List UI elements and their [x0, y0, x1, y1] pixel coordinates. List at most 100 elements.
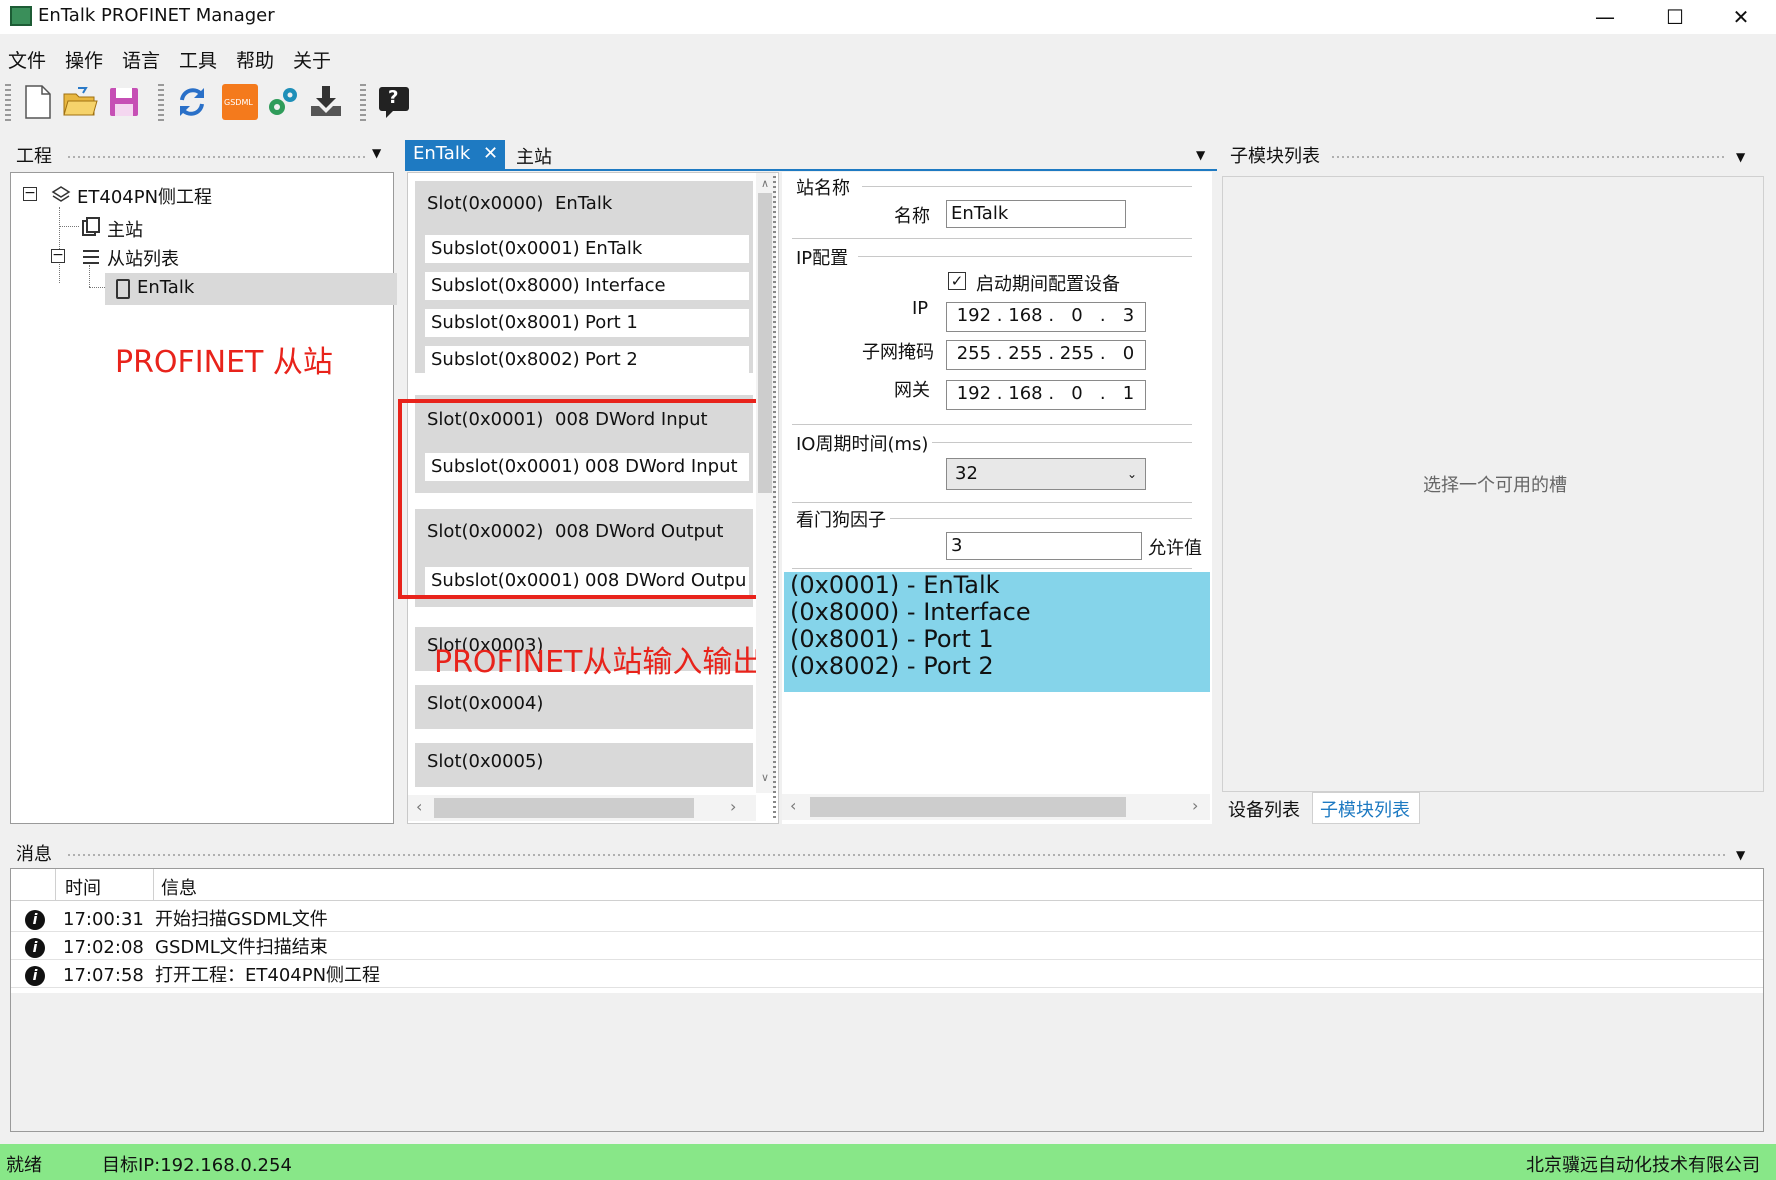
- tab-submodule-list[interactable]: 子模块列表: [1320, 796, 1410, 822]
- menu-operate[interactable]: 操作: [65, 46, 103, 73]
- module-row[interactable]: (0x8002) - Port 2: [784, 653, 1210, 680]
- collapse-toggle-root[interactable]: −: [23, 186, 37, 201]
- subnet-mask-label: 子网掩码: [862, 342, 934, 363]
- group-divider: [890, 518, 1192, 519]
- tab-device-list[interactable]: 设备列表: [1228, 796, 1300, 822]
- io-cycle-select[interactable]: 32 ⌄: [946, 458, 1146, 490]
- slot-5[interactable]: Slot(0x0005): [415, 743, 753, 787]
- message-row[interactable]: i 17:00:31 开始扫描GSDML文件: [11, 907, 1763, 932]
- pane-grip: [1332, 156, 1724, 158]
- module-row[interactable]: (0x8001) - Port 1: [784, 626, 1210, 653]
- document-icon: [81, 217, 100, 237]
- messages-empty-area: [11, 993, 1763, 1131]
- group-divider: [792, 502, 1192, 503]
- io-cycle-value: 32: [955, 463, 978, 484]
- scroll-right-icon[interactable]: ›: [1192, 796, 1198, 815]
- station-name-input[interactable]: EnTalk: [946, 200, 1126, 228]
- config-horizontal-scrollbar[interactable]: ‹ ›: [782, 794, 1210, 820]
- refresh-icon[interactable]: [174, 84, 210, 120]
- close-window-button[interactable]: ✕: [1706, 0, 1776, 34]
- chevron-down-icon: ⌄: [1127, 467, 1138, 481]
- settings-gears-icon[interactable]: [264, 84, 300, 120]
- message-row[interactable]: i 17:02:08 GSDML文件扫描结束: [11, 935, 1763, 960]
- scrollbar-thumb[interactable]: [758, 193, 772, 493]
- messages-pane-title: 消息: [16, 844, 52, 865]
- watchdog-input[interactable]: 3: [946, 532, 1142, 560]
- maximize-button[interactable]: ☐: [1640, 0, 1710, 34]
- module-row[interactable]: (0x8000) - Interface: [784, 599, 1210, 626]
- toolbar-grip-2[interactable]: [158, 84, 164, 124]
- menu-help[interactable]: 帮助: [236, 46, 274, 73]
- chevron-down-icon[interactable]: ▼: [372, 146, 381, 160]
- subnet-mask-input[interactable]: 255 . 255 . 255 . 0: [946, 340, 1146, 370]
- subslot-name: EnTalk: [585, 238, 643, 259]
- window-title: EnTalk PROFINET Manager: [38, 5, 275, 26]
- menu-tools[interactable]: 工具: [179, 46, 217, 73]
- open-folder-icon[interactable]: [62, 84, 98, 120]
- menu-about[interactable]: 关于: [293, 46, 331, 73]
- tab-underline: [405, 169, 1217, 171]
- subslot-name: Port 1: [585, 312, 638, 333]
- status-state: 就绪: [6, 1155, 42, 1176]
- annotation-profinet-slave: PROFINET 从站: [115, 345, 333, 380]
- new-file-icon[interactable]: [20, 84, 56, 120]
- toolbar-grip-3[interactable]: [360, 84, 366, 124]
- group-divider: [792, 424, 1192, 425]
- pane-grip: [68, 156, 368, 158]
- slot-4[interactable]: Slot(0x0004): [415, 685, 753, 729]
- status-target-ip: 目标IP:192.168.0.254: [102, 1155, 292, 1176]
- subslot-row[interactable]: Subslot(0x8002) Port 2: [425, 346, 749, 374]
- info-icon: i: [25, 966, 45, 986]
- help-icon[interactable]: ?: [376, 84, 412, 120]
- message-row[interactable]: i 17:07:58 打开工程：ET404PN侧工程: [11, 963, 1763, 988]
- info-icon: i: [25, 910, 45, 930]
- minimize-button[interactable]: —: [1570, 0, 1640, 34]
- subslot-row[interactable]: Subslot(0x0001) EnTalk: [425, 235, 749, 263]
- submodule-placeholder: 选择一个可用的槽: [1423, 475, 1567, 496]
- pane-splitter[interactable]: [773, 176, 776, 818]
- subslot-row[interactable]: Subslot(0x8001) Port 1: [425, 309, 749, 337]
- slot-id: Slot(0x0000): [427, 193, 544, 214]
- slot-0[interactable]: Slot(0x0000) EnTalk Subslot(0x0001) EnTa…: [415, 181, 753, 374]
- collapse-toggle-slaves[interactable]: −: [51, 248, 65, 263]
- module-row[interactable]: (0x0001) - EnTalk: [784, 572, 1210, 599]
- column-time[interactable]: 时间: [65, 874, 101, 900]
- tree-project-root[interactable]: ET404PN侧工程: [77, 183, 212, 209]
- scrollbar-thumb[interactable]: [434, 798, 694, 818]
- tree-connector: [59, 226, 79, 227]
- scroll-left-icon[interactable]: ‹: [790, 796, 796, 815]
- menu-language[interactable]: 语言: [122, 46, 160, 73]
- chevron-down-icon[interactable]: ▼: [1736, 848, 1745, 862]
- tree-master[interactable]: 主站: [107, 216, 143, 242]
- subslot-id: Subslot(0x8002): [431, 349, 580, 370]
- startup-config-checkbox[interactable]: ✓: [948, 272, 966, 290]
- save-icon[interactable]: [106, 84, 142, 120]
- tree-slave-selected[interactable]: EnTalk: [105, 273, 397, 305]
- gateway-input[interactable]: 192 . 168 . 0 . 1: [946, 380, 1146, 410]
- tab-entalk[interactable]: EnTalk ✕: [405, 140, 505, 170]
- column-info[interactable]: 信息: [161, 874, 197, 900]
- device-icon: [115, 279, 131, 304]
- subslot-row[interactable]: Subslot(0x8000) Interface: [425, 272, 749, 300]
- chevron-down-icon[interactable]: ▼: [1736, 150, 1745, 164]
- toolbar-grip[interactable]: [5, 84, 11, 124]
- horizontal-scrollbar[interactable]: ‹ ›: [408, 795, 756, 821]
- watchdog-label: 看门狗因子: [796, 510, 886, 531]
- tab-master[interactable]: 主站: [516, 143, 552, 169]
- scroll-up-icon[interactable]: ∧: [761, 177, 769, 190]
- startup-config-label: 启动期间配置设备: [976, 274, 1120, 295]
- scroll-down-icon[interactable]: ∨: [761, 771, 769, 784]
- scrollbar-thumb[interactable]: [810, 797, 1126, 817]
- slot-id: Slot(0x0004): [427, 693, 544, 714]
- scroll-left-icon[interactable]: ‹: [416, 797, 422, 816]
- download-icon[interactable]: [308, 84, 344, 120]
- group-divider: [858, 256, 1192, 257]
- ip-address-input[interactable]: 192 . 168 . 0 . 3: [946, 302, 1146, 332]
- menu-file[interactable]: 文件: [8, 46, 46, 73]
- chevron-down-icon[interactable]: ▼: [1196, 148, 1205, 162]
- tree-slave-list[interactable]: 从站列表: [107, 245, 179, 271]
- scroll-right-icon[interactable]: ›: [730, 797, 736, 816]
- close-tab-icon[interactable]: ✕: [483, 143, 498, 164]
- gsdml-icon[interactable]: GSDML: [222, 84, 258, 120]
- gateway-label: 网关: [894, 380, 930, 401]
